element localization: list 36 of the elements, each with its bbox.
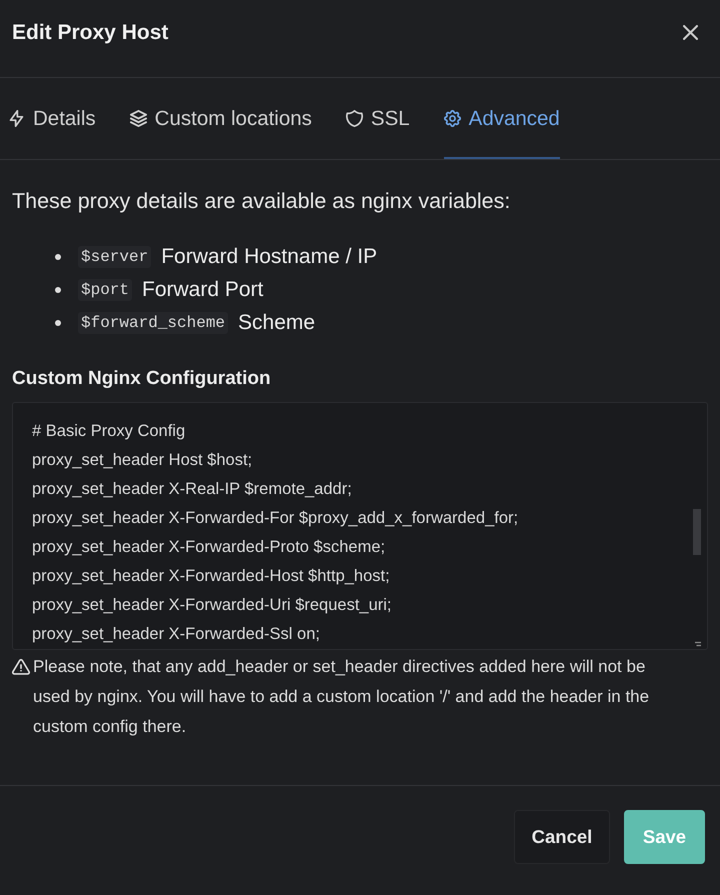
code-line: proxy_set_header X-Forwarded-Proto $scheme; — [32, 536, 386, 558]
bullet-icon — [55, 320, 61, 326]
close-button[interactable] — [683, 25, 698, 40]
variable-description: Forward Port — [142, 278, 264, 302]
intro-text: These proxy details are available as nginx variables: — [12, 188, 512, 214]
variable-description: Forward Hostname / IP — [161, 244, 378, 268]
warning-icon — [12, 658, 30, 674]
code-line: proxy_set_header X-Forwarded-Host $http_host; — [32, 566, 391, 586]
resize-grip-icon[interactable] — [695, 640, 701, 646]
tab[interactable]: SSL — [346, 78, 410, 159]
bolt-icon — [8, 110, 25, 127]
dialog-title: Edit Proxy Host — [12, 20, 168, 46]
code-line: proxy_set_header Host $host; — [32, 450, 254, 470]
tab[interactable]: Advanced — [444, 78, 560, 159]
variable-code: $port — [78, 278, 132, 300]
warning-note: Please note, that any add_header or set_header directives added here will not be used by nginx. You will have to add a custom location '/' and add the header in the custom config there. — [33, 656, 650, 738]
layers-icon — [130, 110, 147, 127]
code-line: proxy_set_header X-Real-IP $remote_addr; — [32, 478, 353, 500]
code-line: # Basic Proxy Config — [32, 420, 186, 442]
code-line: proxy_set_header X-Forwarded-Ssl on; — [32, 624, 321, 644]
shield-icon — [346, 110, 363, 127]
tab[interactable]: Custom locations — [130, 78, 312, 159]
config-label: Custom Nginx Configuration — [12, 366, 272, 390]
tab[interactable]: Details — [8, 78, 96, 159]
variable-description: Scheme — [238, 310, 316, 334]
bullet-icon — [55, 254, 61, 260]
settings-icon — [444, 110, 461, 127]
config-editor[interactable] — [12, 402, 708, 650]
close-icon — [683, 25, 698, 40]
bullet-icon — [55, 286, 61, 292]
code-line: proxy_set_header X-Forwarded-For $proxy_add_x_forwarded_for; — [32, 508, 520, 528]
variable-code: $server — [78, 246, 152, 268]
cancel-button[interactable]: Cancel — [514, 810, 610, 864]
variable-code: $forward_scheme — [78, 312, 228, 334]
code-line: proxy_set_header X-Forwarded-Uri $request_uri; — [32, 594, 393, 616]
scrollbar-thumb[interactable] — [693, 508, 701, 554]
